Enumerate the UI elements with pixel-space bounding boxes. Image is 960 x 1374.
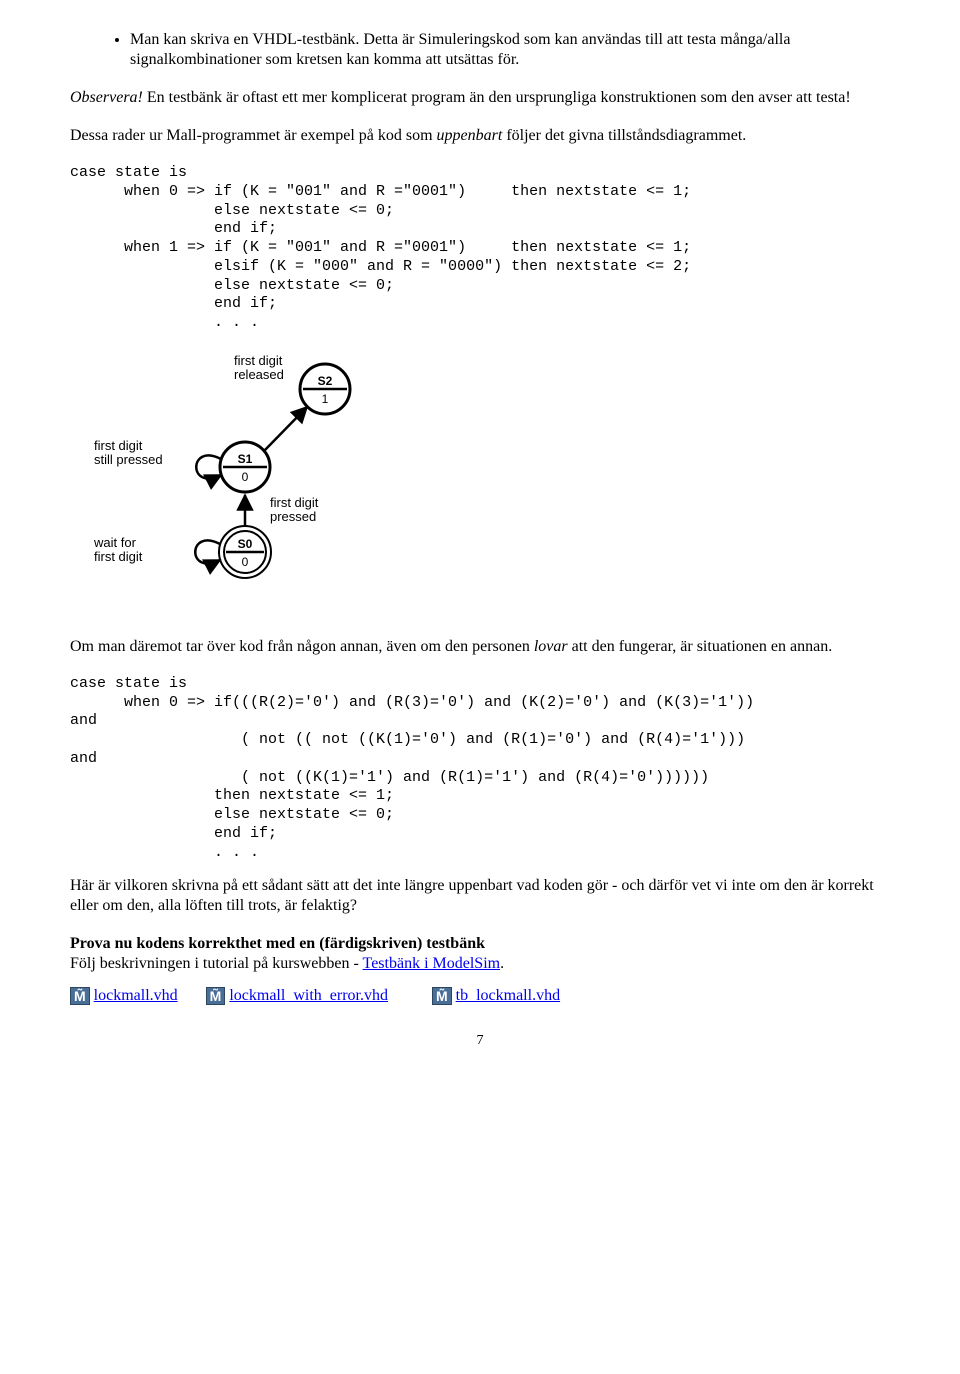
bottom-p1: Här är vilkoren skrivna på ett sådant sä…	[70, 876, 890, 916]
observera-prefix: Observera!	[70, 89, 143, 106]
s1-output: 0	[242, 470, 249, 484]
prova-bold: Prova nu kodens korrekthet med en (färdi…	[70, 935, 485, 952]
bullet-list: Man kan skriva en VHDL-testbänk. Detta ä…	[70, 30, 890, 70]
modelsim-icon: M̃	[206, 987, 226, 1005]
s0-output: 0	[242, 555, 249, 569]
mid-b: att den fungerar, är situationen en anna…	[568, 638, 833, 655]
follow-paragraph: Dessa rader ur Mall-programmet är exempe…	[70, 126, 890, 146]
page-number: 7	[70, 1032, 890, 1050]
code-block-1: case state is when 0 => if (K = "001" an…	[70, 164, 890, 333]
s1-label: S1	[238, 452, 253, 466]
mid-paragraph: Om man däremot tar över kod från någon a…	[70, 637, 890, 657]
file-link-lockmall[interactable]: lockmall.vhd	[94, 987, 178, 1004]
modelsim-icon: M̃	[70, 987, 90, 1005]
label-wait-for-first-digit: wait for first digit	[93, 535, 143, 564]
code-block-2: case state is when 0 => if(((R(2)='0') a…	[70, 675, 890, 863]
label-first-digit-still-pressed: first digit still pressed	[94, 438, 163, 467]
observera-paragraph: Observera! En testbänk är oftast ett mer…	[70, 88, 890, 108]
follow-link-a: Följ beskrivningen i tutorial på kursweb…	[70, 955, 363, 972]
s2-label: S2	[318, 374, 333, 388]
mid-a: Om man däremot tar över kod från någon a…	[70, 638, 534, 655]
follow-link-b: .	[500, 955, 504, 972]
label-first-digit-released: first digit released	[234, 353, 286, 382]
prova-heading: Prova nu kodens korrekthet med en (färdi…	[70, 934, 890, 974]
state-diagram: S2 1 S1 0 S0 0 first digit released firs…	[70, 347, 420, 607]
bullet-item: Man kan skriva en VHDL-testbänk. Detta ä…	[130, 30, 890, 70]
mid-italic: lovar	[534, 638, 568, 655]
observera-text: En testbänk är oftast ett mer komplicera…	[143, 89, 851, 106]
label-first-digit-pressed: first digit pressed	[270, 495, 322, 524]
testbank-link[interactable]: Testbänk i ModelSim	[363, 955, 501, 972]
follow-a: Dessa rader ur Mall-programmet är exempe…	[70, 127, 437, 144]
s2-output: 1	[322, 392, 329, 406]
file-link-lockmall-error[interactable]: lockmall_with_error.vhd	[229, 987, 388, 1004]
s0-label: S0	[238, 537, 253, 551]
file-links-line: M̃lockmall.vhd M̃lockmall_with_error.vhd…	[70, 986, 890, 1006]
follow-italic: uppenbart	[437, 127, 503, 144]
modelsim-icon: M̃	[432, 987, 452, 1005]
follow-b: följer det givna tillståndsdiagrammet.	[502, 127, 746, 144]
file-link-tb-lockmall[interactable]: tb_lockmall.vhd	[456, 987, 560, 1004]
